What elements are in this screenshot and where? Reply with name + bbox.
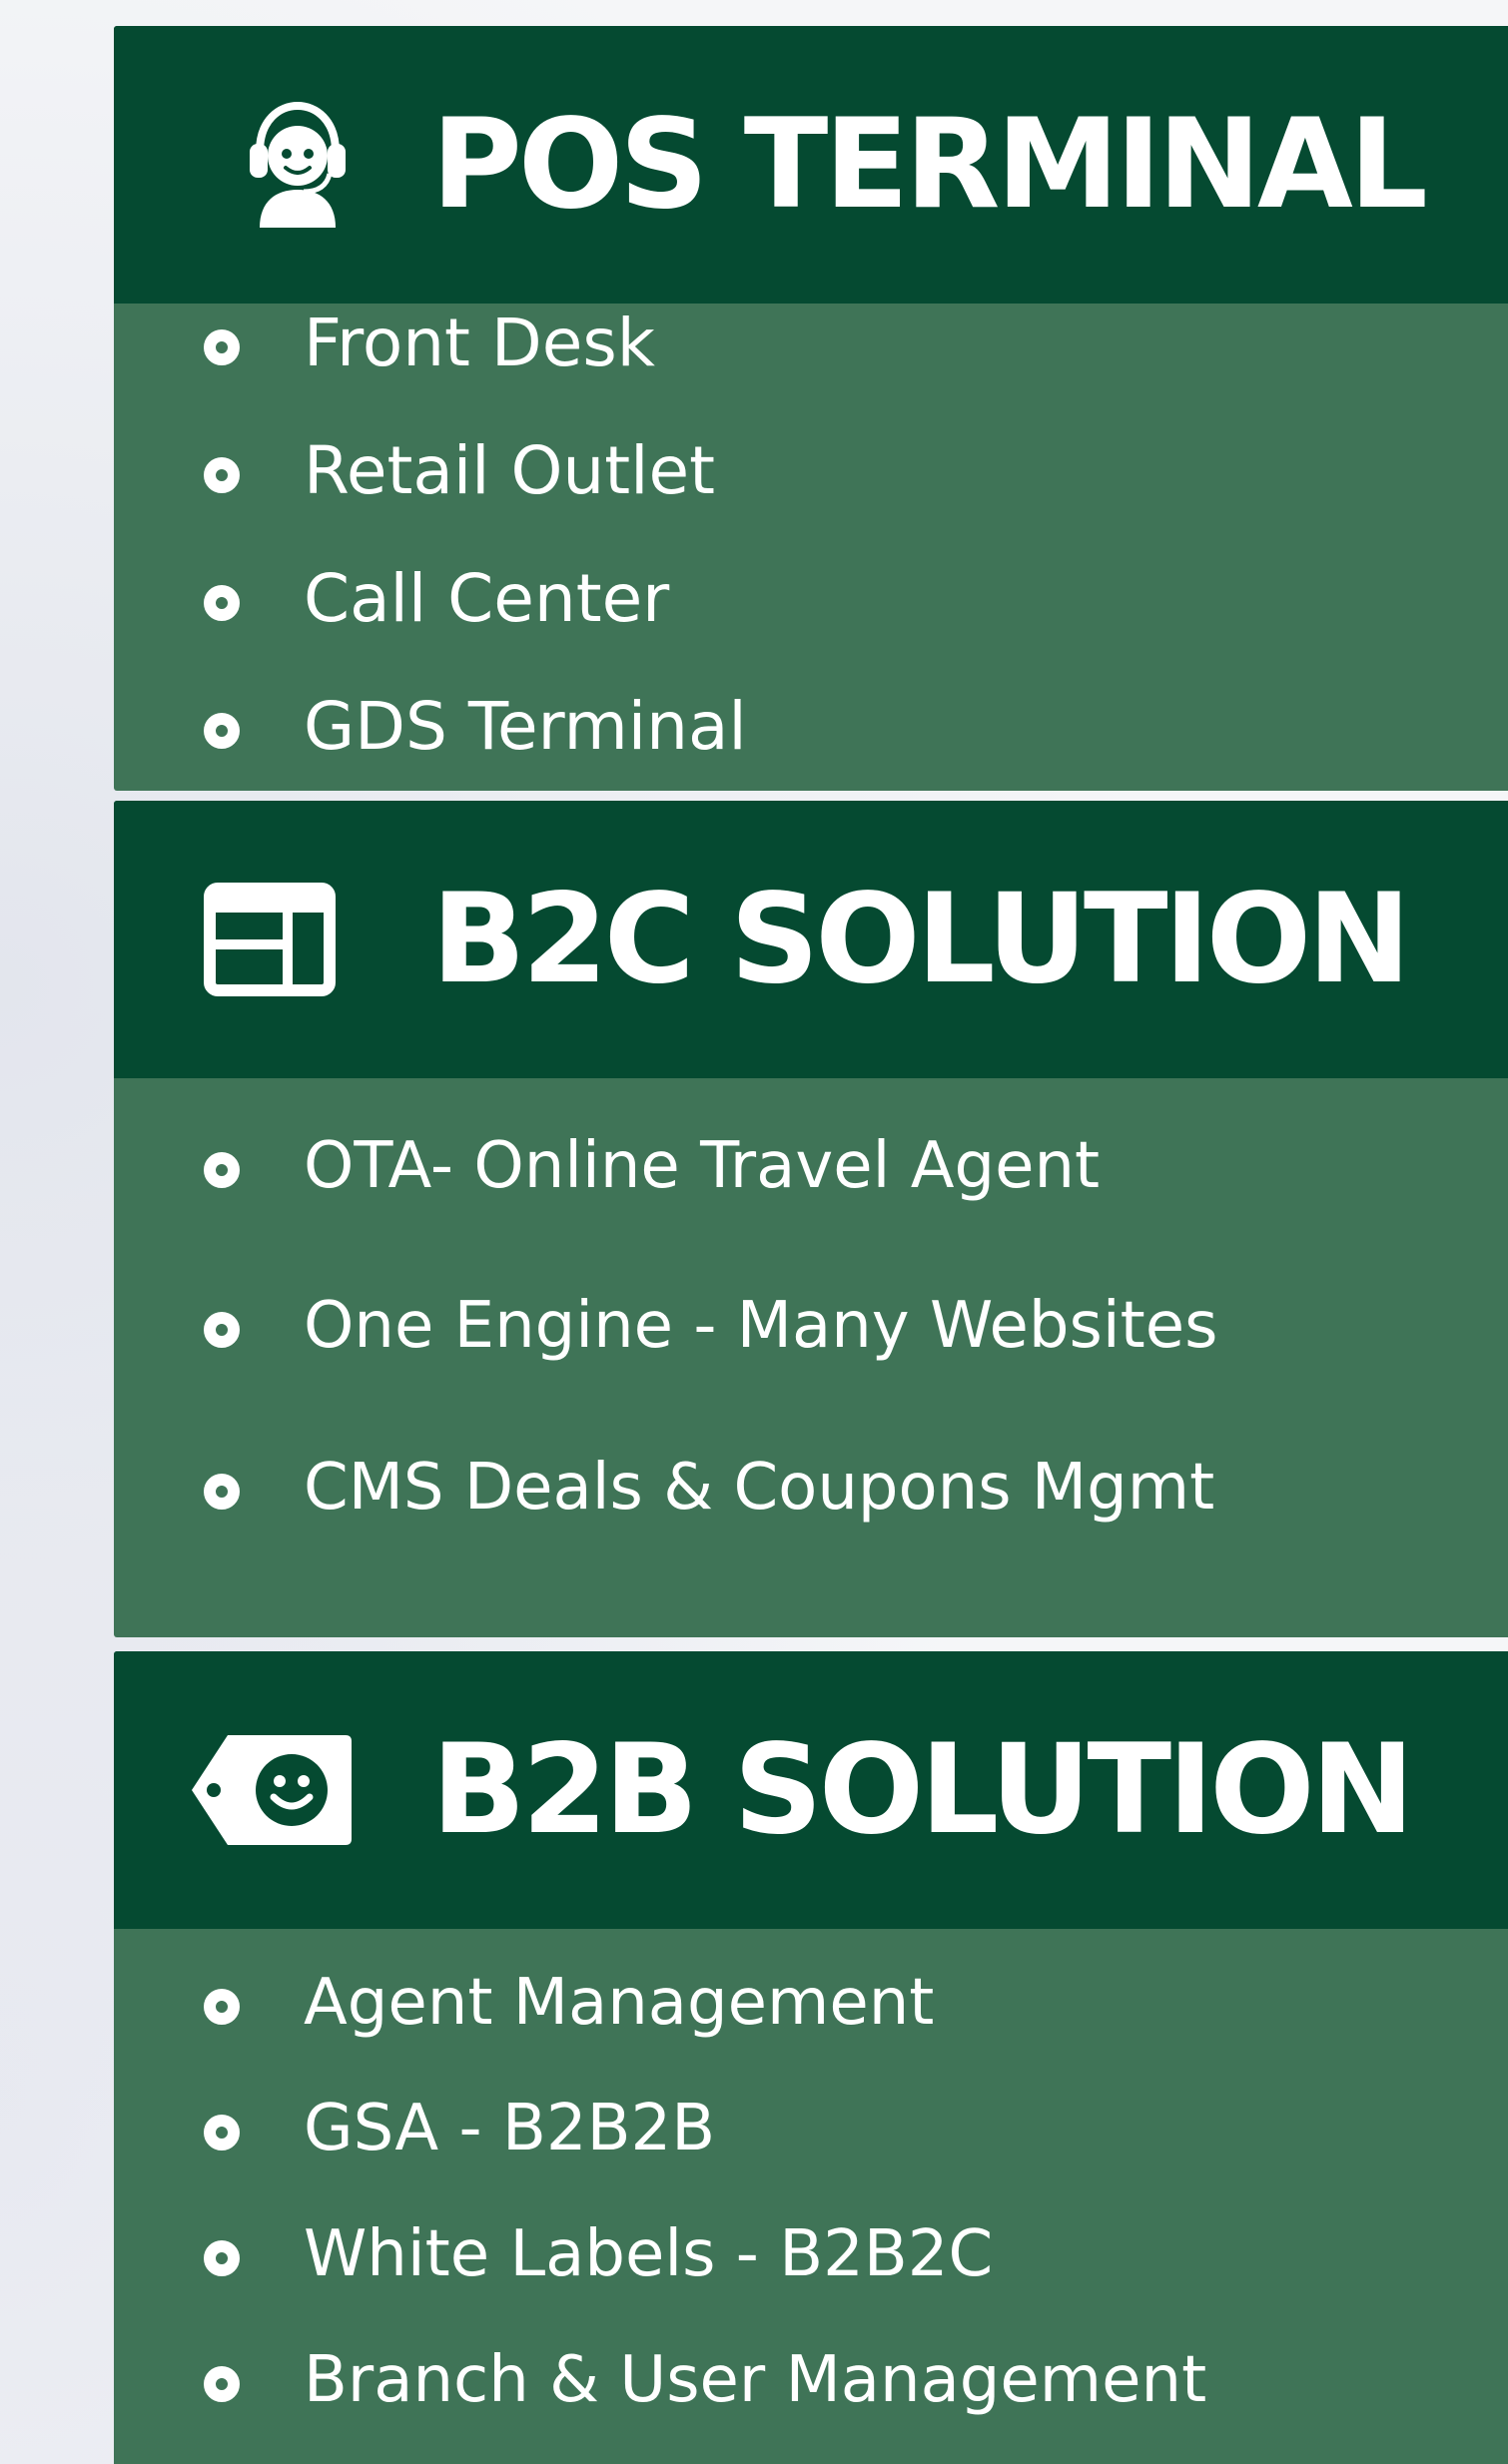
b2b-solution-header: B2B SOLUTION — [114, 1651, 1508, 1929]
list-item: Agent Management — [114, 1963, 1508, 2043]
list-item-label: Retail Outlet — [304, 432, 715, 509]
list-item: Retail Outlet — [114, 431, 1508, 511]
list-item: One Engine - Many Websites — [114, 1286, 1508, 1366]
list-item-label: Agent Management — [304, 1966, 935, 2040]
pos-terminal-title: POS TERMINAL — [431, 93, 1428, 237]
bullet-ring-icon — [204, 585, 240, 621]
bullet-ring-icon — [204, 713, 240, 749]
list-item-label: White Labels - B2B2C — [304, 2217, 994, 2291]
b2c-solution-title: B2C SOLUTION — [431, 868, 1411, 1011]
bullet-ring-icon — [204, 457, 240, 493]
bullet-ring-icon — [204, 1989, 240, 2025]
bullet-ring-icon — [204, 2240, 240, 2276]
b2b-solution-title: B2B SOLUTION — [431, 1718, 1414, 1862]
bullet-ring-icon — [204, 1152, 240, 1188]
bullet-ring-icon — [204, 329, 240, 365]
smiley-tag-icon — [188, 1731, 354, 1849]
bullet-ring-icon — [204, 1474, 240, 1510]
list-item-label: OTA- Online Travel Agent — [304, 1129, 1101, 1203]
pos-terminal-header: POS TERMINAL — [114, 26, 1508, 304]
b2c-solution-panel: B2C SOLUTION OTA- Online Travel Agent On… — [114, 801, 1508, 1637]
list-item-label: Front Desk — [304, 305, 655, 381]
bullet-ring-icon — [204, 2366, 240, 2402]
list-item: CMS Deals & Coupons Mgmt — [114, 1448, 1508, 1528]
list-item: Front Desk — [114, 304, 1508, 383]
list-item: OTA- Online Travel Agent — [114, 1126, 1508, 1206]
list-item: Branch & User Management — [114, 2340, 1508, 2420]
b2b-solution-panel: B2B SOLUTION Agent Management GSA - B2B2… — [114, 1651, 1508, 2464]
b2c-solution-header: B2C SOLUTION — [114, 801, 1508, 1078]
list-item: GSA - B2B2B — [114, 2089, 1508, 2168]
list-item: White Labels - B2B2C — [114, 2214, 1508, 2294]
list-item-label: Branch & User Management — [304, 2343, 1207, 2417]
list-item-label: GSA - B2B2B — [304, 2092, 716, 2165]
browser-window-icon — [204, 883, 336, 996]
list-item-label: CMS Deals & Coupons Mgmt — [304, 1451, 1215, 1525]
list-item-label: GDS Terminal — [304, 688, 747, 765]
list-item: GDS Terminal — [114, 687, 1508, 767]
list-item: Call Center — [114, 559, 1508, 639]
bullet-ring-icon — [204, 2115, 240, 2151]
list-item-label: Call Center — [304, 560, 670, 637]
pos-terminal-panel: POS TERMINAL Front Desk Retail Outlet Ca… — [114, 26, 1508, 791]
headset-agent-icon — [246, 100, 350, 230]
list-item-label: One Engine - Many Websites — [304, 1289, 1218, 1363]
bullet-ring-icon — [204, 1312, 240, 1348]
